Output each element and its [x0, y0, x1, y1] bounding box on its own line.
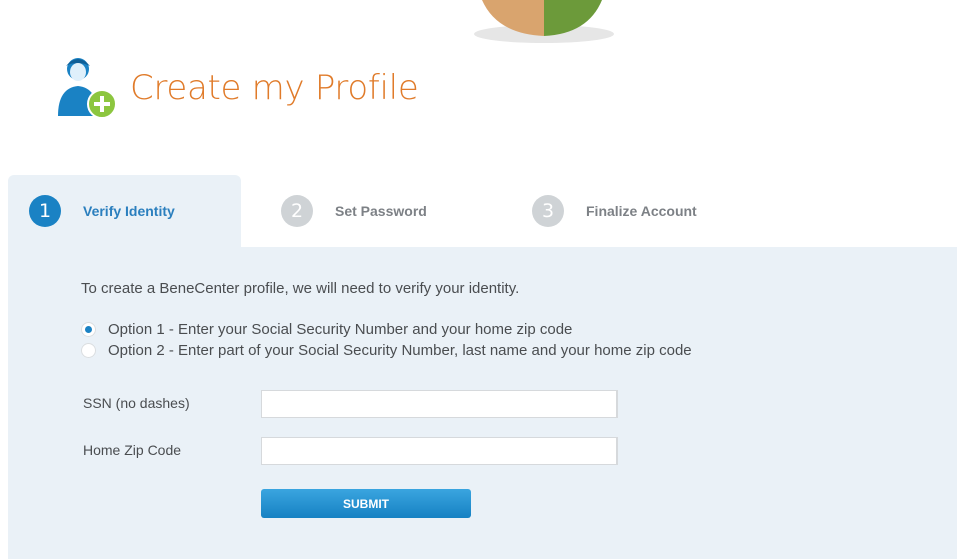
- ssn-label: SSN (no dashes): [83, 395, 190, 411]
- step-tabs: 1 Verify Identity 2 Set Password 3 Final…: [8, 175, 957, 247]
- option-2-label: Option 2 - Enter part of your Social Sec…: [108, 342, 692, 359]
- zip-label: Home Zip Code: [83, 442, 182, 458]
- tab-set-password[interactable]: 2 Set Password: [281, 175, 427, 247]
- page-header: Create my Profile: [56, 56, 419, 120]
- page-title: Create my Profile: [130, 68, 419, 108]
- intro-text: To create a BeneCenter profile, we will …: [81, 280, 520, 297]
- submit-button[interactable]: SUBMIT: [261, 489, 471, 518]
- tab-label: Finalize Account: [586, 203, 697, 219]
- step-number-3: 3: [532, 195, 564, 227]
- option-2-radio[interactable]: [81, 343, 96, 358]
- step-number-1: 1: [29, 195, 61, 227]
- ssn-input[interactable]: [261, 390, 618, 418]
- verify-identity-form: To create a BeneCenter profile, we will …: [8, 247, 957, 559]
- option-1-radio-row[interactable]: Option 1 - Enter your Social Security Nu…: [81, 321, 572, 338]
- user-add-icon: [58, 58, 117, 119]
- tab-label: Set Password: [335, 203, 427, 219]
- tab-verify-identity[interactable]: 1 Verify Identity: [8, 175, 241, 247]
- step-number-2: 2: [281, 195, 313, 227]
- option-2-radio-row[interactable]: Option 2 - Enter part of your Social Sec…: [81, 342, 692, 359]
- tab-label: Verify Identity: [83, 203, 175, 219]
- option-1-label: Option 1 - Enter your Social Security Nu…: [108, 321, 573, 338]
- tab-finalize-account[interactable]: 3 Finalize Account: [532, 175, 697, 247]
- option-1-radio[interactable]: [81, 322, 96, 337]
- profile-wizard: 1 Verify Identity 2 Set Password 3 Final…: [8, 175, 957, 559]
- brand-logo-fragment: [474, 0, 614, 43]
- zip-code-input[interactable]: [261, 437, 618, 465]
